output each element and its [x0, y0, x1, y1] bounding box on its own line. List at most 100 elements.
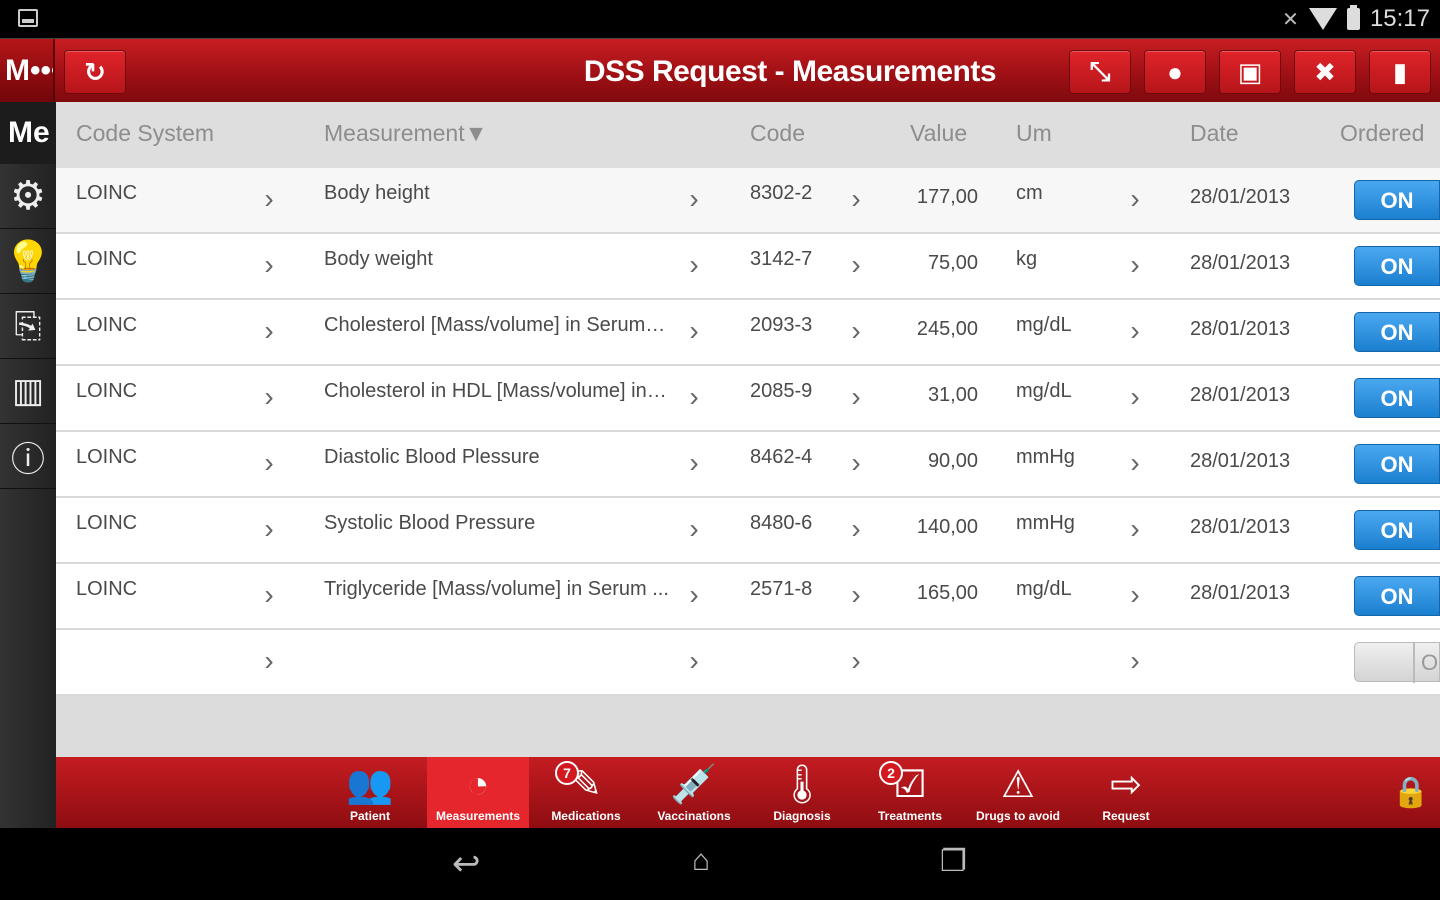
side-item-export[interactable]: ⎘: [0, 294, 56, 359]
cell-value: 140,00: [916, 516, 978, 538]
chevron-right-icon[interactable]: ›: [1122, 251, 1148, 279]
chevron-right-icon[interactable]: ›: [843, 317, 869, 345]
tab-patient[interactable]: 👥 Patient: [319, 757, 421, 828]
header-ordered[interactable]: Ordered: [1340, 120, 1424, 147]
header-code-system[interactable]: Code System: [76, 120, 214, 147]
chevron-right-icon[interactable]: ›: [1122, 515, 1148, 543]
table-row[interactable]: LOINC › Cholesterol in HDL [Mass/volume] i…: [56, 366, 1440, 432]
table-row[interactable]: › › › › O: [56, 630, 1440, 696]
save-button[interactable]: ▣: [1219, 50, 1281, 94]
ordered-toggle[interactable]: ON: [1354, 180, 1440, 220]
collapse-button[interactable]: ⤡: [1069, 50, 1131, 94]
tab-medications[interactable]: ✎ Medications 7: [535, 757, 637, 828]
ordered-toggle[interactable]: ON: [1354, 510, 1440, 550]
chevron-right-icon[interactable]: ›: [843, 647, 869, 675]
chevron-right-icon[interactable]: ›: [681, 449, 707, 477]
refresh-button[interactable]: ↻: [64, 50, 126, 94]
side-menu-title: Me: [0, 102, 56, 164]
header-date[interactable]: Date: [1190, 120, 1239, 147]
home-icon[interactable]: ⌂: [692, 844, 710, 878]
chevron-right-icon[interactable]: ›: [256, 251, 282, 279]
ordered-toggle[interactable]: ON: [1354, 312, 1440, 352]
save-icon: ▣: [1237, 56, 1263, 87]
tab-diagnosis[interactable]: 🌡 Diagnosis: [751, 757, 853, 828]
app-logo[interactable]: M•••: [0, 39, 55, 103]
chevron-right-icon[interactable]: ›: [256, 449, 282, 477]
chevron-right-icon[interactable]: ›: [681, 185, 707, 213]
ordered-toggle[interactable]: ON: [1354, 378, 1440, 418]
ordered-toggle[interactable]: O: [1354, 642, 1440, 683]
side-item-settings[interactable]: ⚙: [0, 164, 56, 229]
tab-request[interactable]: ⇨ Request: [1075, 757, 1177, 828]
chevron-right-icon[interactable]: ›: [843, 581, 869, 609]
cell-code-system: LOINC: [76, 380, 138, 402]
cell-value: 90,00: [927, 450, 978, 472]
measurements-table: Code System Measurement▼ Code Value Um D…: [56, 102, 1440, 757]
header-um[interactable]: Um: [1016, 120, 1052, 147]
back-icon[interactable]: ↩: [452, 844, 481, 884]
chevron-right-icon[interactable]: ›: [843, 185, 869, 213]
chevron-right-icon[interactable]: ›: [681, 581, 707, 609]
lock-icon[interactable]: 🔒: [1392, 775, 1429, 811]
chevron-right-icon[interactable]: ›: [681, 515, 707, 543]
table-row[interactable]: LOINC › Triglyceride [Mass/volume] in Seru…: [56, 564, 1440, 630]
bulb-icon: 💡: [3, 239, 53, 284]
chevron-right-icon[interactable]: ›: [681, 251, 707, 279]
chevron-right-icon[interactable]: ›: [256, 581, 282, 609]
hint-button[interactable]: ●: [1144, 50, 1206, 94]
page-title: DSS Request - Measurements: [583, 55, 997, 88]
chevron-right-icon[interactable]: ›: [256, 515, 282, 543]
chevron-right-icon[interactable]: ›: [681, 317, 707, 345]
tab-drugs-to-avoid[interactable]: ⚠ Drugs to avoid: [967, 757, 1069, 828]
chevron-right-icon[interactable]: ›: [843, 383, 869, 411]
chevron-right-icon[interactable]: ›: [256, 647, 282, 675]
chevron-right-icon[interactable]: ›: [681, 647, 707, 675]
chevron-right-icon[interactable]: ›: [1122, 317, 1148, 345]
chevron-right-icon[interactable]: ›: [1122, 449, 1148, 477]
tab-label: Drugs to avoid: [975, 809, 1060, 823]
header-value[interactable]: Value: [910, 120, 967, 147]
table-row[interactable]: LOINC › Body weight › 3142-7 › 75,00 kg › 28/01/2…: [56, 234, 1440, 300]
system-nav-bar: ↩ ⌂ ❐: [0, 828, 1440, 900]
chevron-right-icon[interactable]: ›: [681, 383, 707, 411]
ordered-toggle[interactable]: ON: [1354, 246, 1440, 286]
cell-unit: mg/dL: [1016, 380, 1072, 402]
side-item-charts[interactable]: ▥: [0, 359, 56, 424]
chevron-right-icon[interactable]: ›: [843, 251, 869, 279]
mute-icon: ✕: [1282, 8, 1299, 31]
cell-date: 28/01/2013: [1190, 450, 1291, 472]
cell-value: 165,00: [916, 582, 978, 604]
gear-icon: ⚙: [10, 174, 46, 218]
close-button[interactable]: ✖: [1294, 50, 1356, 94]
tab-treatments[interactable]: ☑ Treatments 2: [859, 757, 961, 828]
table-row[interactable]: LOINC › Diastolic Blood Plessure › 8462-4 › 90…: [56, 432, 1440, 498]
chevron-right-icon[interactable]: ›: [843, 449, 869, 477]
table-row[interactable]: LOINC › Body height › 8302-2 › 177,00 cm › 28/01/…: [56, 168, 1440, 234]
table-row[interactable]: LOINC › Systolic Blood Pressure › 8480-6 › 140…: [56, 498, 1440, 564]
header-code[interactable]: Code: [750, 120, 805, 147]
cell-code-system: LOINC: [76, 182, 138, 204]
chevron-right-icon[interactable]: ›: [256, 185, 282, 213]
ordered-toggle[interactable]: ON: [1354, 576, 1440, 616]
chevron-right-icon[interactable]: ›: [256, 383, 282, 411]
delete-button[interactable]: ▮: [1369, 50, 1431, 94]
table-row[interactable]: LOINC › Cholesterol [Mass/volume] in Serum…: [56, 300, 1440, 366]
cell-value: 177,00: [916, 186, 978, 208]
warning-icon: ⚠: [1000, 764, 1036, 806]
cell-unit: mg/dL: [1016, 314, 1072, 336]
side-item-hints[interactable]: 💡: [0, 229, 56, 294]
side-item-info[interactable]: ⓘ: [0, 424, 56, 489]
chevron-right-icon[interactable]: ›: [843, 515, 869, 543]
chevron-right-icon[interactable]: ›: [256, 317, 282, 345]
recents-icon[interactable]: ❐: [940, 844, 967, 879]
chevron-right-icon[interactable]: ›: [1122, 185, 1148, 213]
chevron-right-icon[interactable]: ›: [1122, 383, 1148, 411]
chevron-right-icon[interactable]: ›: [1122, 581, 1148, 609]
tab-measurements[interactable]: ◔ Measurements: [427, 757, 529, 828]
tab-vaccinations[interactable]: 💉 Vaccinations: [643, 757, 745, 828]
ordered-toggle[interactable]: ON: [1354, 444, 1440, 484]
cell-date: 28/01/2013: [1190, 186, 1291, 208]
header-measurement[interactable]: Measurement▼: [324, 120, 487, 147]
chevron-right-icon[interactable]: ›: [1122, 647, 1148, 675]
cell-unit: mmHg: [1016, 512, 1075, 534]
